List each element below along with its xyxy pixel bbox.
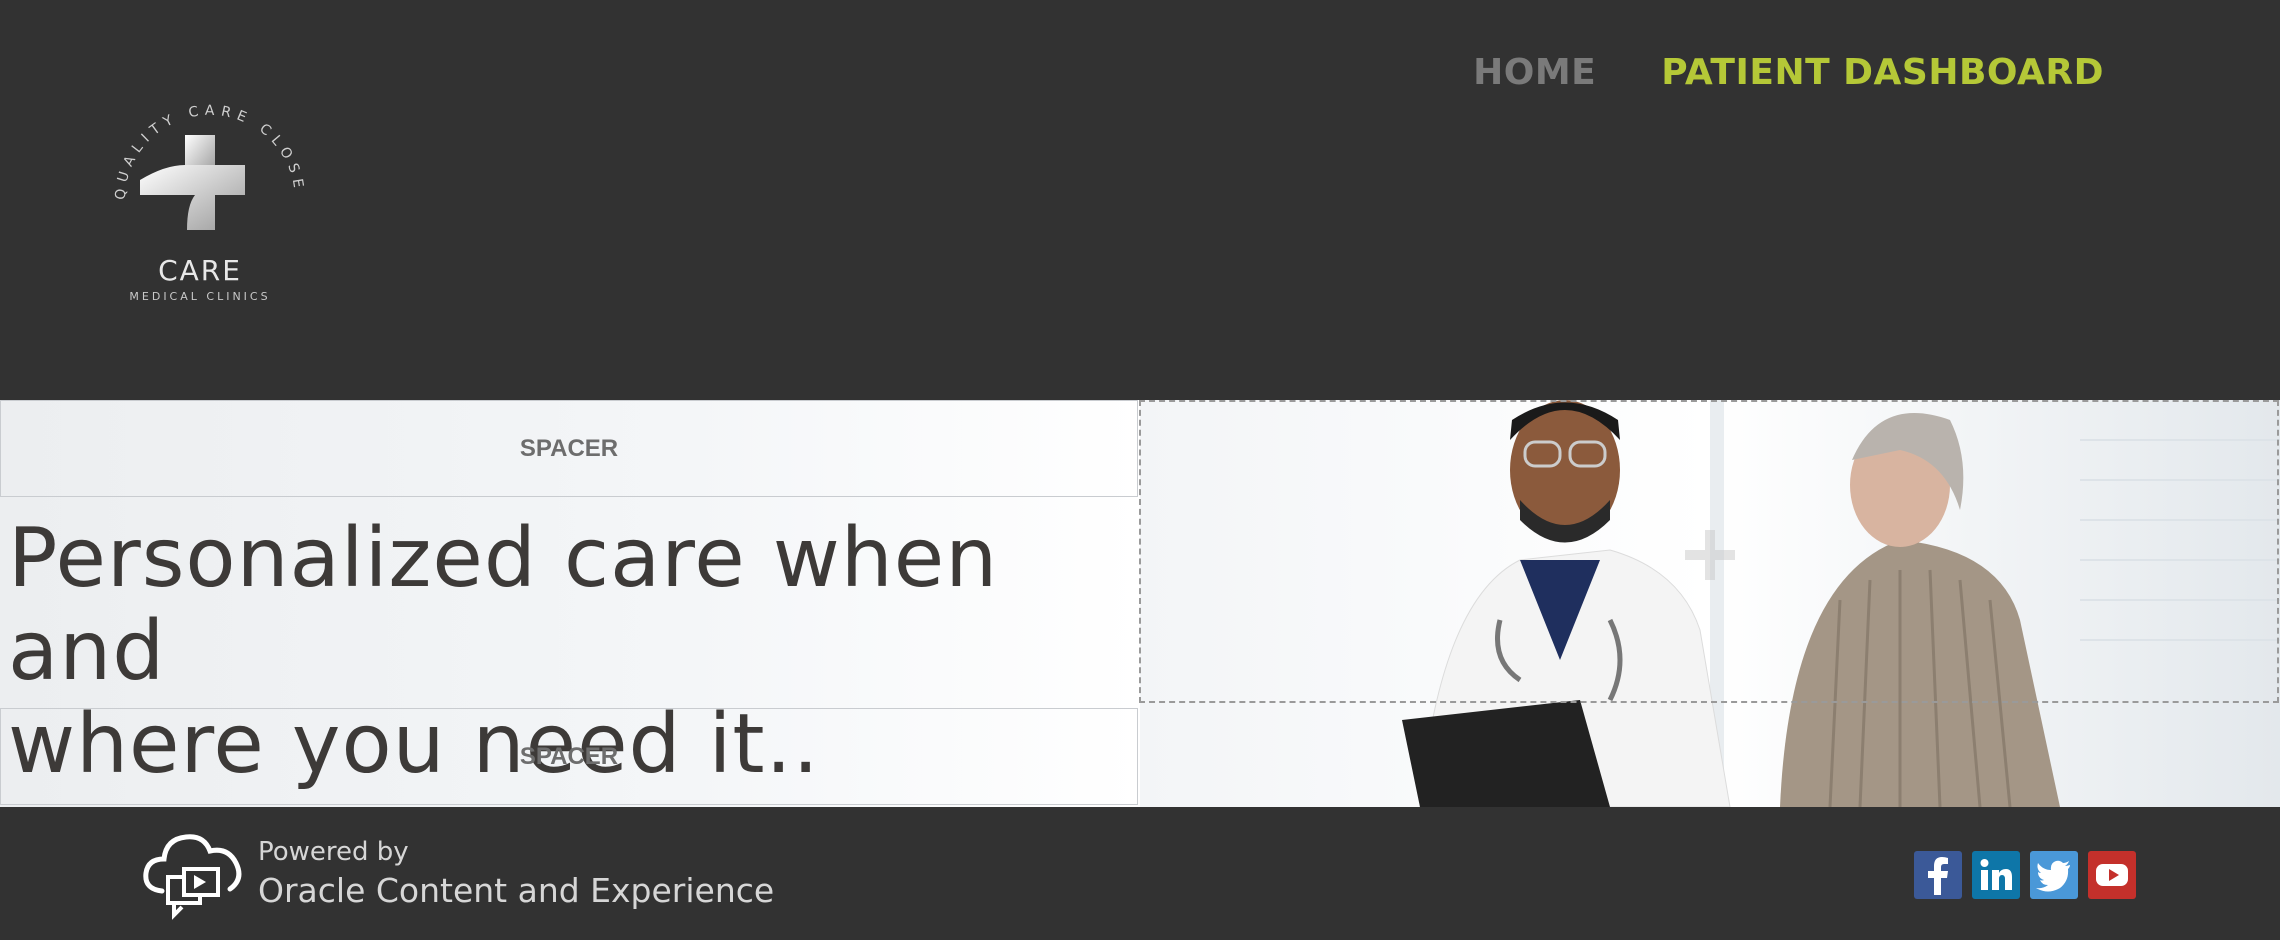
logo-tagline: MEDICAL CLINICS: [129, 290, 270, 303]
youtube-icon[interactable]: [2088, 851, 2136, 899]
hero-section: SPACER Personalized care when and where …: [0, 400, 2280, 807]
powered-by: Powered by Oracle Content and Experience: [258, 837, 774, 910]
social-links: [1914, 851, 2136, 899]
spacer-bottom-label: SPACER: [519, 742, 619, 770]
linkedin-icon[interactable]: [1972, 851, 2020, 899]
powered-by-brand: Oracle Content and Experience: [258, 871, 775, 910]
logo-name: CARE: [158, 254, 242, 287]
site-header: QUALITY CARE CLOSE TO HOME. CARE MEDICAL…: [0, 0, 2280, 400]
nav-home-link[interactable]: HOME: [1473, 52, 1596, 93]
care-logo[interactable]: QUALITY CARE CLOSE TO HOME. CARE MEDICAL…: [95, 85, 325, 315]
nav-patient-dashboard-link[interactable]: PATIENT DASHBOARD: [1661, 52, 2104, 93]
powered-by-label: Powered by: [258, 837, 409, 867]
main-nav: HOME PATIENT DASHBOARD: [1473, 52, 2104, 93]
facebook-icon[interactable]: [1914, 851, 1962, 899]
spacer-top-label: SPACER: [519, 434, 619, 462]
twitter-icon[interactable]: [2030, 851, 2078, 899]
care-logo-icon: QUALITY CARE CLOSE TO HOME. CARE MEDICAL…: [95, 85, 301, 303]
site-footer: Powered by Oracle Content and Experience: [0, 807, 2280, 940]
oracle-cloud-icon: [140, 829, 246, 921]
hero-headline-line1: Personalized care when and: [8, 511, 999, 699]
spacer-bottom: SPACER: [0, 708, 1138, 805]
content-placeholder-slot[interactable]: [1139, 400, 2279, 703]
spacer-top: SPACER: [0, 400, 1138, 497]
